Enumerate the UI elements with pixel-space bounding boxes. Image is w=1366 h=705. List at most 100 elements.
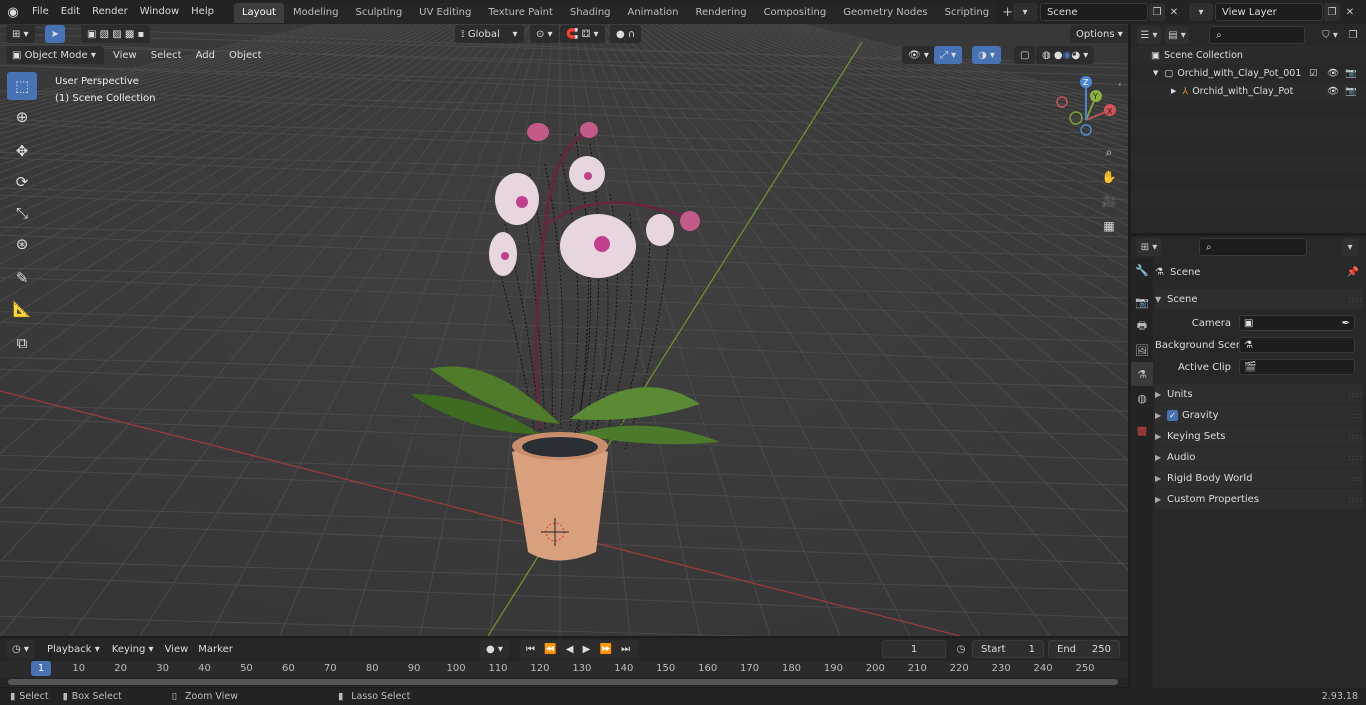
properties-editor-type-icon[interactable]: ⊞ ▾ <box>1137 238 1161 256</box>
display-mode-icon[interactable]: ▤ ▾ <box>1165 26 1189 44</box>
pivot-point-icon[interactable]: ⊙ ▾ <box>530 25 559 43</box>
filter-icon[interactable]: ⛉ ▾ <box>1317 26 1343 44</box>
panel-custom-properties[interactable]: ▶ Custom Properties:::: <box>1155 489 1363 509</box>
snap-icon[interactable]: 🧲 ⚃ ▾ <box>560 25 605 43</box>
zoom-icon[interactable]: ⌕ <box>1098 141 1120 163</box>
frame-ruler[interactable]: 1 10 20 30 40 50 60 70 80 90 100 110 120 130 140 150 160… <box>0 661 1128 677</box>
drag-grip-icon[interactable]: :::: <box>1348 474 1363 483</box>
overlay-toggle-icon[interactable]: ◑ ▾ <box>972 46 1001 64</box>
measure-tool-icon[interactable]: 📐 <box>7 295 37 323</box>
tab-rendering[interactable]: Rendering <box>687 3 755 23</box>
rotate-tool-icon[interactable]: ⟳ <box>7 168 37 196</box>
panel-rigid-body-world[interactable]: ▶ Rigid Body World:::: <box>1155 468 1363 488</box>
panel-gravity[interactable]: ▶ ✓ Gravity:::: <box>1155 405 1363 425</box>
texture-tab-icon[interactable]: ▩ <box>1131 418 1153 442</box>
view-layer-selector-icon[interactable]: ▾ <box>1189 3 1213 21</box>
new-scene-icon[interactable]: ❐ <box>1149 3 1165 21</box>
eye-icon[interactable]: 👁 <box>1327 86 1339 97</box>
outliner-row-object[interactable]: ▶ ⅄ Orchid_with_Clay_Pot 👁 📷 <box>1131 82 1366 100</box>
properties-editor[interactable]: ⊞ ▾ ⌕ ▾ 🔧 📷 🖶 🖼 ⚗ ◍ ▩ ⚗ Scene 📌 ▼ Scene … <box>1131 236 1366 688</box>
scale-tool-icon[interactable]: ⤡ <box>7 199 37 227</box>
annotate-tool-icon[interactable]: ✎ <box>7 264 37 292</box>
view-layer-field[interactable]: View Layer <box>1215 3 1323 21</box>
eye-icon[interactable]: 👁 <box>1327 68 1339 79</box>
editor-type-icon[interactable]: ⊞ ▾ <box>6 25 35 43</box>
delete-view-layer-icon[interactable]: ✕ <box>1342 3 1358 21</box>
panel-keying-sets[interactable]: ▶ Keying Sets:::: <box>1155 426 1363 446</box>
proportional-edit-icon[interactable]: ● ∩ <box>610 25 642 43</box>
exclude-checkbox-icon[interactable]: ☑ <box>1309 68 1318 79</box>
panel-scene-header[interactable]: ▼ Scene :::: <box>1155 289 1363 309</box>
drag-grip-icon[interactable]: :::: <box>1348 390 1363 399</box>
timeline-editor-type-icon[interactable]: ◷ ▾ <box>6 640 35 658</box>
shading-mode-icons[interactable]: ◍ ● ◉ ◕ ▾ <box>1036 46 1095 64</box>
end-frame-field[interactable]: End 250 <box>1048 640 1120 658</box>
drag-grip-icon[interactable]: :::: <box>1348 295 1363 304</box>
outliner[interactable]: ☰ ▾ ▤ ▾ ⌕ ⛉ ▾ ❐ ▣ Scene Collection ▼ ▢ O… <box>1131 24 1366 233</box>
menu-render[interactable]: Render <box>86 0 134 24</box>
select-tool-icon[interactable]: ➤ <box>44 25 65 43</box>
eyedropper-icon[interactable]: ✒ <box>1342 318 1350 329</box>
menu-edit[interactable]: Edit <box>55 0 86 24</box>
delete-scene-icon[interactable]: ✕ <box>1166 3 1182 21</box>
pan-hand-icon[interactable]: ✋ <box>1098 166 1120 188</box>
drag-grip-icon[interactable]: :::: <box>1348 495 1363 504</box>
playback-menu[interactable]: Playback ▾ <box>41 640 106 658</box>
tab-texture-paint[interactable]: Texture Paint <box>480 3 561 23</box>
transform-tool-icon[interactable]: ⊛ <box>7 230 37 258</box>
active-clip-field[interactable]: 🎬 <box>1239 359 1355 375</box>
tab-uv-editing[interactable]: UV Editing <box>411 3 480 23</box>
outliner-editor-type-icon[interactable]: ☰ ▾ <box>1137 26 1161 44</box>
blender-logo-icon[interactable]: ◉ <box>0 0 26 24</box>
menu-select[interactable]: Select <box>146 50 187 61</box>
gravity-checkbox[interactable]: ✓ <box>1167 409 1178 421</box>
drag-grip-icon[interactable]: :::: <box>1348 432 1363 441</box>
sidebar-toggle-icon[interactable]: ‹ <box>1118 80 1122 90</box>
menu-add[interactable]: Add <box>191 50 220 61</box>
camera-render-icon[interactable]: 📷 <box>1345 86 1357 97</box>
output-tab-icon[interactable]: 🖶 <box>1131 314 1153 338</box>
tab-geometry-nodes[interactable]: Geometry Nodes <box>835 3 936 23</box>
new-view-layer-icon[interactable]: ❐ <box>1324 3 1340 21</box>
select-box-tool-icon[interactable]: ⬚ <box>7 72 37 100</box>
tool-tab-icon[interactable]: 🔧 <box>1131 258 1153 282</box>
xray-icon[interactable]: ▢ <box>1014 46 1036 64</box>
panel-units[interactable]: ▶ Units:::: <box>1155 384 1363 404</box>
record-icon[interactable]: ● ▾ <box>480 640 509 658</box>
ortho-grid-icon[interactable]: ▦ <box>1098 215 1120 237</box>
tab-animation[interactable]: Animation <box>619 3 687 23</box>
outliner-row-scene-collection[interactable]: ▣ Scene Collection <box>1131 46 1366 64</box>
scene-selector-icon[interactable]: ▾ <box>1013 3 1037 21</box>
scene-name-field[interactable]: Scene <box>1040 3 1148 21</box>
tab-layout[interactable]: Layout <box>233 3 284 23</box>
preview-range-icon[interactable]: ◷ <box>952 640 970 658</box>
scene-tab-icon[interactable]: ⚗ <box>1131 362 1153 386</box>
3d-viewport[interactable]: X Y Z ⊞ ▾ ➤ ▣ ▧ ▨ ▩ ▪ ⟟ Global ▾ ⊙ ▾ 🧲 ⚃… <box>0 24 1128 636</box>
outliner-row-collection[interactable]: ▼ ▢ Orchid_with_Clay_Pot_001 ☑ 👁 📷 <box>1131 64 1366 82</box>
timeline-scrollbar[interactable] <box>8 679 1118 685</box>
move-tool-icon[interactable]: ✥ <box>7 137 37 165</box>
expand-chevron-icon[interactable]: ▼ <box>1153 69 1158 77</box>
select-mode-icons[interactable]: ▣ ▧ ▨ ▩ ▪ <box>80 25 151 43</box>
tab-modeling[interactable]: Modeling <box>284 3 347 23</box>
keying-menu[interactable]: Keying ▾ <box>106 640 160 658</box>
transform-orientation-select[interactable]: ⟟ Global ▾ <box>455 25 524 43</box>
tab-scripting[interactable]: Scripting <box>936 3 998 23</box>
panel-audio[interactable]: ▶ Audio:::: <box>1155 447 1363 467</box>
new-collection-icon[interactable]: ❐ <box>1345 26 1361 44</box>
visibility-icon[interactable]: 👁 ▾ <box>902 46 935 64</box>
start-frame-field[interactable]: Start 1 <box>972 640 1044 658</box>
cursor-tool-icon[interactable]: ⊕ <box>7 103 37 131</box>
mode-select[interactable]: ▣ Object Mode ▾ <box>6 46 104 64</box>
drag-grip-icon[interactable]: :::: <box>1348 453 1363 462</box>
world-tab-icon[interactable]: ◍ <box>1131 386 1153 410</box>
timeline-editor[interactable]: ◷ ▾ Playback ▾ Keying ▾ View Marker ● ▾ … <box>0 638 1128 687</box>
expand-chevron-icon[interactable]: ▶ <box>1171 87 1176 95</box>
gizmo-toggle-icon[interactable]: ⤢ ▾ <box>934 46 963 64</box>
playback-controls[interactable]: ⏮ ⏪ ◀ ▶ ⏩ ⏭ <box>520 640 640 658</box>
view-layer-tab-icon[interactable]: 🖼 <box>1131 338 1153 362</box>
outliner-search-input[interactable]: ⌕ <box>1209 26 1305 44</box>
menu-window[interactable]: Window <box>134 0 185 24</box>
tab-compositing[interactable]: Compositing <box>755 3 835 23</box>
menu-object[interactable]: Object <box>224 50 267 61</box>
